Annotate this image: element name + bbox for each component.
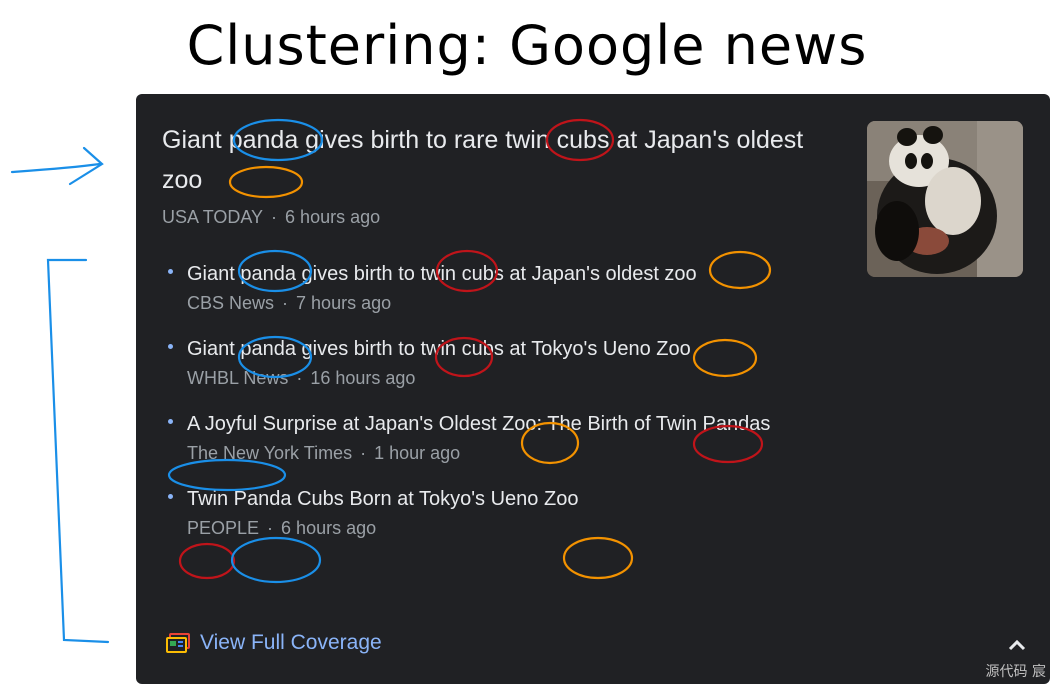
headline-source: USA TODAY — [162, 207, 264, 227]
news-cluster-card: Giant panda gives birth to rare twin cub… — [136, 94, 1050, 684]
related-story-title[interactable]: A Joyful Surprise at Japan's Oldest Zoo:… — [187, 409, 788, 439]
bracket-annotation — [46, 258, 110, 644]
headline-meta: USA TODAY · 6 hours ago — [162, 207, 380, 228]
pointer-arrow-annotation — [10, 146, 104, 186]
related-story-meta: The New York Times · 1 hour ago — [187, 443, 788, 464]
newspaper-icon — [166, 633, 190, 653]
story-source: CBS News — [187, 293, 275, 313]
meta-separator: · — [267, 518, 274, 538]
related-story[interactable]: A Joyful Surprise at Japan's Oldest Zoo:… — [168, 409, 788, 464]
related-story[interactable]: Giant panda gives birth to twin cubs at … — [168, 334, 788, 389]
related-story-title[interactable]: Twin Panda Cubs Born at Tokyo's Ueno Zoo — [187, 484, 788, 514]
story-source: The New York Times — [187, 443, 353, 463]
headline-title[interactable]: Giant panda gives birth to rare twin cub… — [162, 120, 822, 200]
related-story[interactable]: Giant panda gives birth to twin cubs at … — [168, 259, 788, 314]
meta-separator: · — [271, 207, 278, 227]
related-story[interactable]: Twin Panda Cubs Born at Tokyo's Ueno Zoo… — [168, 484, 788, 539]
panda-photo-thumbnail[interactable] — [867, 121, 1023, 277]
watermark: 源代码 宸 — [985, 664, 1046, 680]
headline-time: 6 hours ago — [285, 207, 381, 227]
meta-separator: · — [282, 293, 289, 313]
story-source: PEOPLE — [187, 518, 260, 538]
related-story-meta: WHBL News · 16 hours ago — [187, 368, 788, 389]
related-story-meta: PEOPLE · 6 hours ago — [187, 518, 788, 539]
related-story-meta: CBS News · 7 hours ago — [187, 293, 788, 314]
story-time: 6 hours ago — [281, 518, 377, 538]
story-time: 16 hours ago — [310, 368, 416, 388]
story-time: 1 hour ago — [374, 443, 461, 463]
related-stories-list: Giant panda gives birth to twin cubs at … — [168, 259, 788, 559]
slide-title: Clustering: Google news — [186, 14, 868, 77]
meta-separator: · — [296, 368, 303, 388]
story-source: WHBL News — [187, 368, 289, 388]
related-story-title[interactable]: Giant panda gives birth to twin cubs at … — [187, 259, 788, 289]
chevron-up-icon[interactable] — [1006, 634, 1028, 656]
meta-separator: · — [360, 443, 367, 463]
story-time: 7 hours ago — [296, 293, 392, 313]
view-full-coverage-link[interactable]: View Full Coverage — [166, 631, 382, 655]
view-full-coverage-label[interactable]: View Full Coverage — [200, 631, 382, 655]
related-story-title[interactable]: Giant panda gives birth to twin cubs at … — [187, 334, 788, 364]
